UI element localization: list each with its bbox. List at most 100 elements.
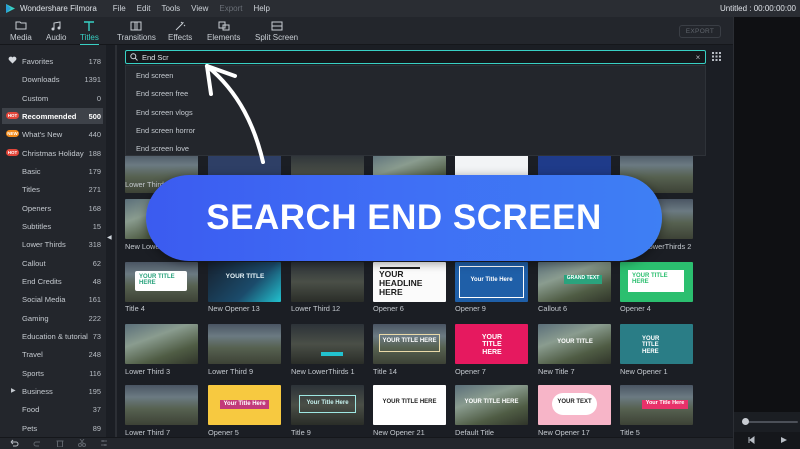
tab-transitions[interactable]: Transitions: [117, 20, 156, 42]
sidebar-item-business[interactable]: ▶ Business 195: [2, 383, 103, 399]
preview-slider[interactable]: [742, 421, 798, 423]
title-thumbnail[interactable]: Your Title Here: [291, 385, 364, 425]
tab-titles[interactable]: Titles: [80, 20, 99, 46]
tab-media[interactable]: Media: [10, 20, 32, 42]
title-thumbnail[interactable]: GRAND TEXT: [538, 262, 611, 302]
title-thumbnail[interactable]: [291, 262, 364, 302]
new-badge: NEW: [6, 130, 19, 137]
title-thumbnail[interactable]: YOUR TITLE HERE: [125, 262, 198, 302]
sidebar-item-favorites[interactable]: Favorites 178: [2, 53, 103, 69]
search-box[interactable]: ×: [125, 50, 706, 64]
search-input[interactable]: [140, 52, 693, 62]
sidebar-item-label: End Credits: [22, 276, 62, 286]
clear-search-icon[interactable]: ×: [693, 53, 703, 62]
sidebar-item-whats-new[interactable]: NEW What's New 440: [2, 126, 103, 142]
menu-tools[interactable]: Tools: [161, 4, 180, 13]
sidebar-item-count: 89: [92, 423, 101, 433]
title-thumbnail[interactable]: YOUR TITLE HERE: [620, 262, 693, 302]
suggestion-item[interactable]: End screen free: [136, 89, 188, 98]
menu-file[interactable]: File: [113, 4, 126, 13]
title-thumbnail[interactable]: Your Title Here: [455, 262, 528, 302]
title-thumbnail[interactable]: Your Title Here: [620, 385, 693, 425]
thumbnail-label: Title 4: [125, 304, 145, 313]
thumbnail-text: YOUR TITLE: [225, 273, 265, 280]
sidebar-item-christmas-holiday[interactable]: HOT Christmas Holiday 188: [2, 145, 103, 161]
sidebar-item-basic[interactable]: Basic 179: [2, 163, 103, 179]
delete-icon[interactable]: [56, 439, 64, 449]
title-thumbnail[interactable]: [208, 324, 281, 364]
title-thumbnail[interactable]: Your Title Here: [208, 385, 281, 425]
sidebar-item-recommended[interactable]: HOT Recommended 500: [2, 108, 103, 124]
cut-icon[interactable]: [78, 438, 86, 449]
sidebar-item-titles[interactable]: Titles 271: [2, 181, 103, 197]
export-button[interactable]: EXPORT: [679, 25, 721, 38]
sidebar-item-social-media[interactable]: Social Media 161: [2, 291, 103, 307]
sidebar-item-subtitles[interactable]: Subtitles 15: [2, 218, 103, 234]
tab-audio[interactable]: Audio: [46, 20, 66, 42]
title-thumbnail[interactable]: [125, 324, 198, 364]
sidebar-item-openers[interactable]: Openers 168: [2, 200, 103, 216]
title-thumbnail[interactable]: YOUR TITLE HERE: [455, 385, 528, 425]
effects-icon: [173, 20, 187, 31]
sidebar-item-end-credits[interactable]: End Credits 48: [2, 273, 103, 289]
play-icon[interactable]: [780, 436, 788, 446]
sidebar-item-label: Travel: [22, 349, 43, 359]
thumbnail-label: New Opener 21: [373, 428, 425, 437]
title-thumbnail[interactable]: YOUR TEXT: [538, 385, 611, 425]
sidebar-item-food[interactable]: Food 37: [2, 401, 103, 417]
thumbnail-text: YOUR TITLE HERE: [382, 338, 437, 344]
title-thumbnail[interactable]: YOUR TITLE HERE: [455, 324, 528, 364]
sidebar-item-custom[interactable]: Custom 0: [2, 90, 103, 106]
grid-view-icon[interactable]: [712, 52, 721, 63]
thumbnail-text: YOUR TITLE HERE: [464, 399, 519, 405]
thumbnail-label: Opener 6: [373, 304, 404, 313]
search-icon: [128, 53, 140, 61]
previous-frame-icon[interactable]: [747, 435, 755, 446]
sidebar-item-label: Downloads: [22, 74, 60, 84]
thumbnail-label: Title 5: [620, 428, 640, 437]
sidebar-item-count: 1391: [84, 74, 101, 84]
expand-arrow-icon[interactable]: ▶: [11, 387, 16, 394]
menu-view[interactable]: View: [191, 4, 208, 13]
sidebar-item-education-tutorial[interactable]: Education & tutorial 73: [2, 328, 103, 344]
title-thumbnail[interactable]: [291, 324, 364, 364]
sidebar-item-pets[interactable]: Pets 89: [2, 420, 103, 436]
preview-progress-bar[interactable]: [734, 412, 800, 432]
suggestion-item[interactable]: End screen vlogs: [136, 108, 193, 117]
collapse-sidebar-icon[interactable]: ◀: [107, 234, 112, 241]
tab-split-screen[interactable]: Split Screen: [255, 20, 298, 42]
sidebar-item-gaming[interactable]: Gaming 222: [2, 310, 103, 326]
title-bar: Wondershare Filmora File Edit Tools View…: [0, 0, 800, 17]
title-thumbnail[interactable]: YOUR TITLE HERE: [373, 324, 446, 364]
thumbnail-label: Opener 9: [455, 304, 486, 313]
redo-icon[interactable]: [33, 439, 42, 449]
tab-effects[interactable]: Effects: [168, 20, 192, 42]
suggestion-item[interactable]: End screen love: [136, 144, 189, 153]
sidebar-item-lower-thirds[interactable]: Lower Thirds 318: [2, 236, 103, 252]
sidebar-item-count: 248: [88, 349, 101, 359]
title-thumbnail[interactable]: [125, 385, 198, 425]
title-thumbnail[interactable]: YOUR TITLE HERE: [620, 324, 693, 364]
preview-slider-knob[interactable]: [742, 418, 749, 425]
undo-icon[interactable]: [10, 439, 19, 449]
title-thumbnail[interactable]: YOUR TITLE: [208, 262, 281, 302]
sidebar-item-sports[interactable]: Sports 116: [2, 365, 103, 381]
tab-elements[interactable]: Elements: [207, 20, 240, 42]
sidebar-item-label: Openers: [22, 203, 52, 213]
suggestion-item[interactable]: End screen horror: [136, 126, 195, 135]
title-thumbnail[interactable]: YOUR TITLE: [538, 324, 611, 364]
sidebar-item-travel[interactable]: Travel 248: [2, 346, 103, 362]
title-thumbnail[interactable]: YOUR HEADLINE HERE: [373, 262, 446, 302]
menu-edit[interactable]: Edit: [137, 4, 151, 13]
adjust-icon[interactable]: [100, 439, 108, 449]
sidebar-item-downloads[interactable]: Downloads 1391: [2, 71, 103, 87]
title-thumbnail[interactable]: YOUR TITLE HERE: [373, 385, 446, 425]
thumbnail-text: YOUR TEXT: [557, 399, 592, 405]
thumbnail-label: Lower Third 12: [291, 304, 341, 313]
menu-export[interactable]: Export: [219, 4, 242, 13]
thumbnail-label: Title 14: [373, 367, 397, 376]
sidebar-item-callout[interactable]: Callout 62: [2, 255, 103, 271]
sidebar-item-count: 161: [88, 294, 101, 304]
menu-help[interactable]: Help: [253, 4, 269, 13]
suggestion-item[interactable]: End screen: [136, 71, 173, 80]
